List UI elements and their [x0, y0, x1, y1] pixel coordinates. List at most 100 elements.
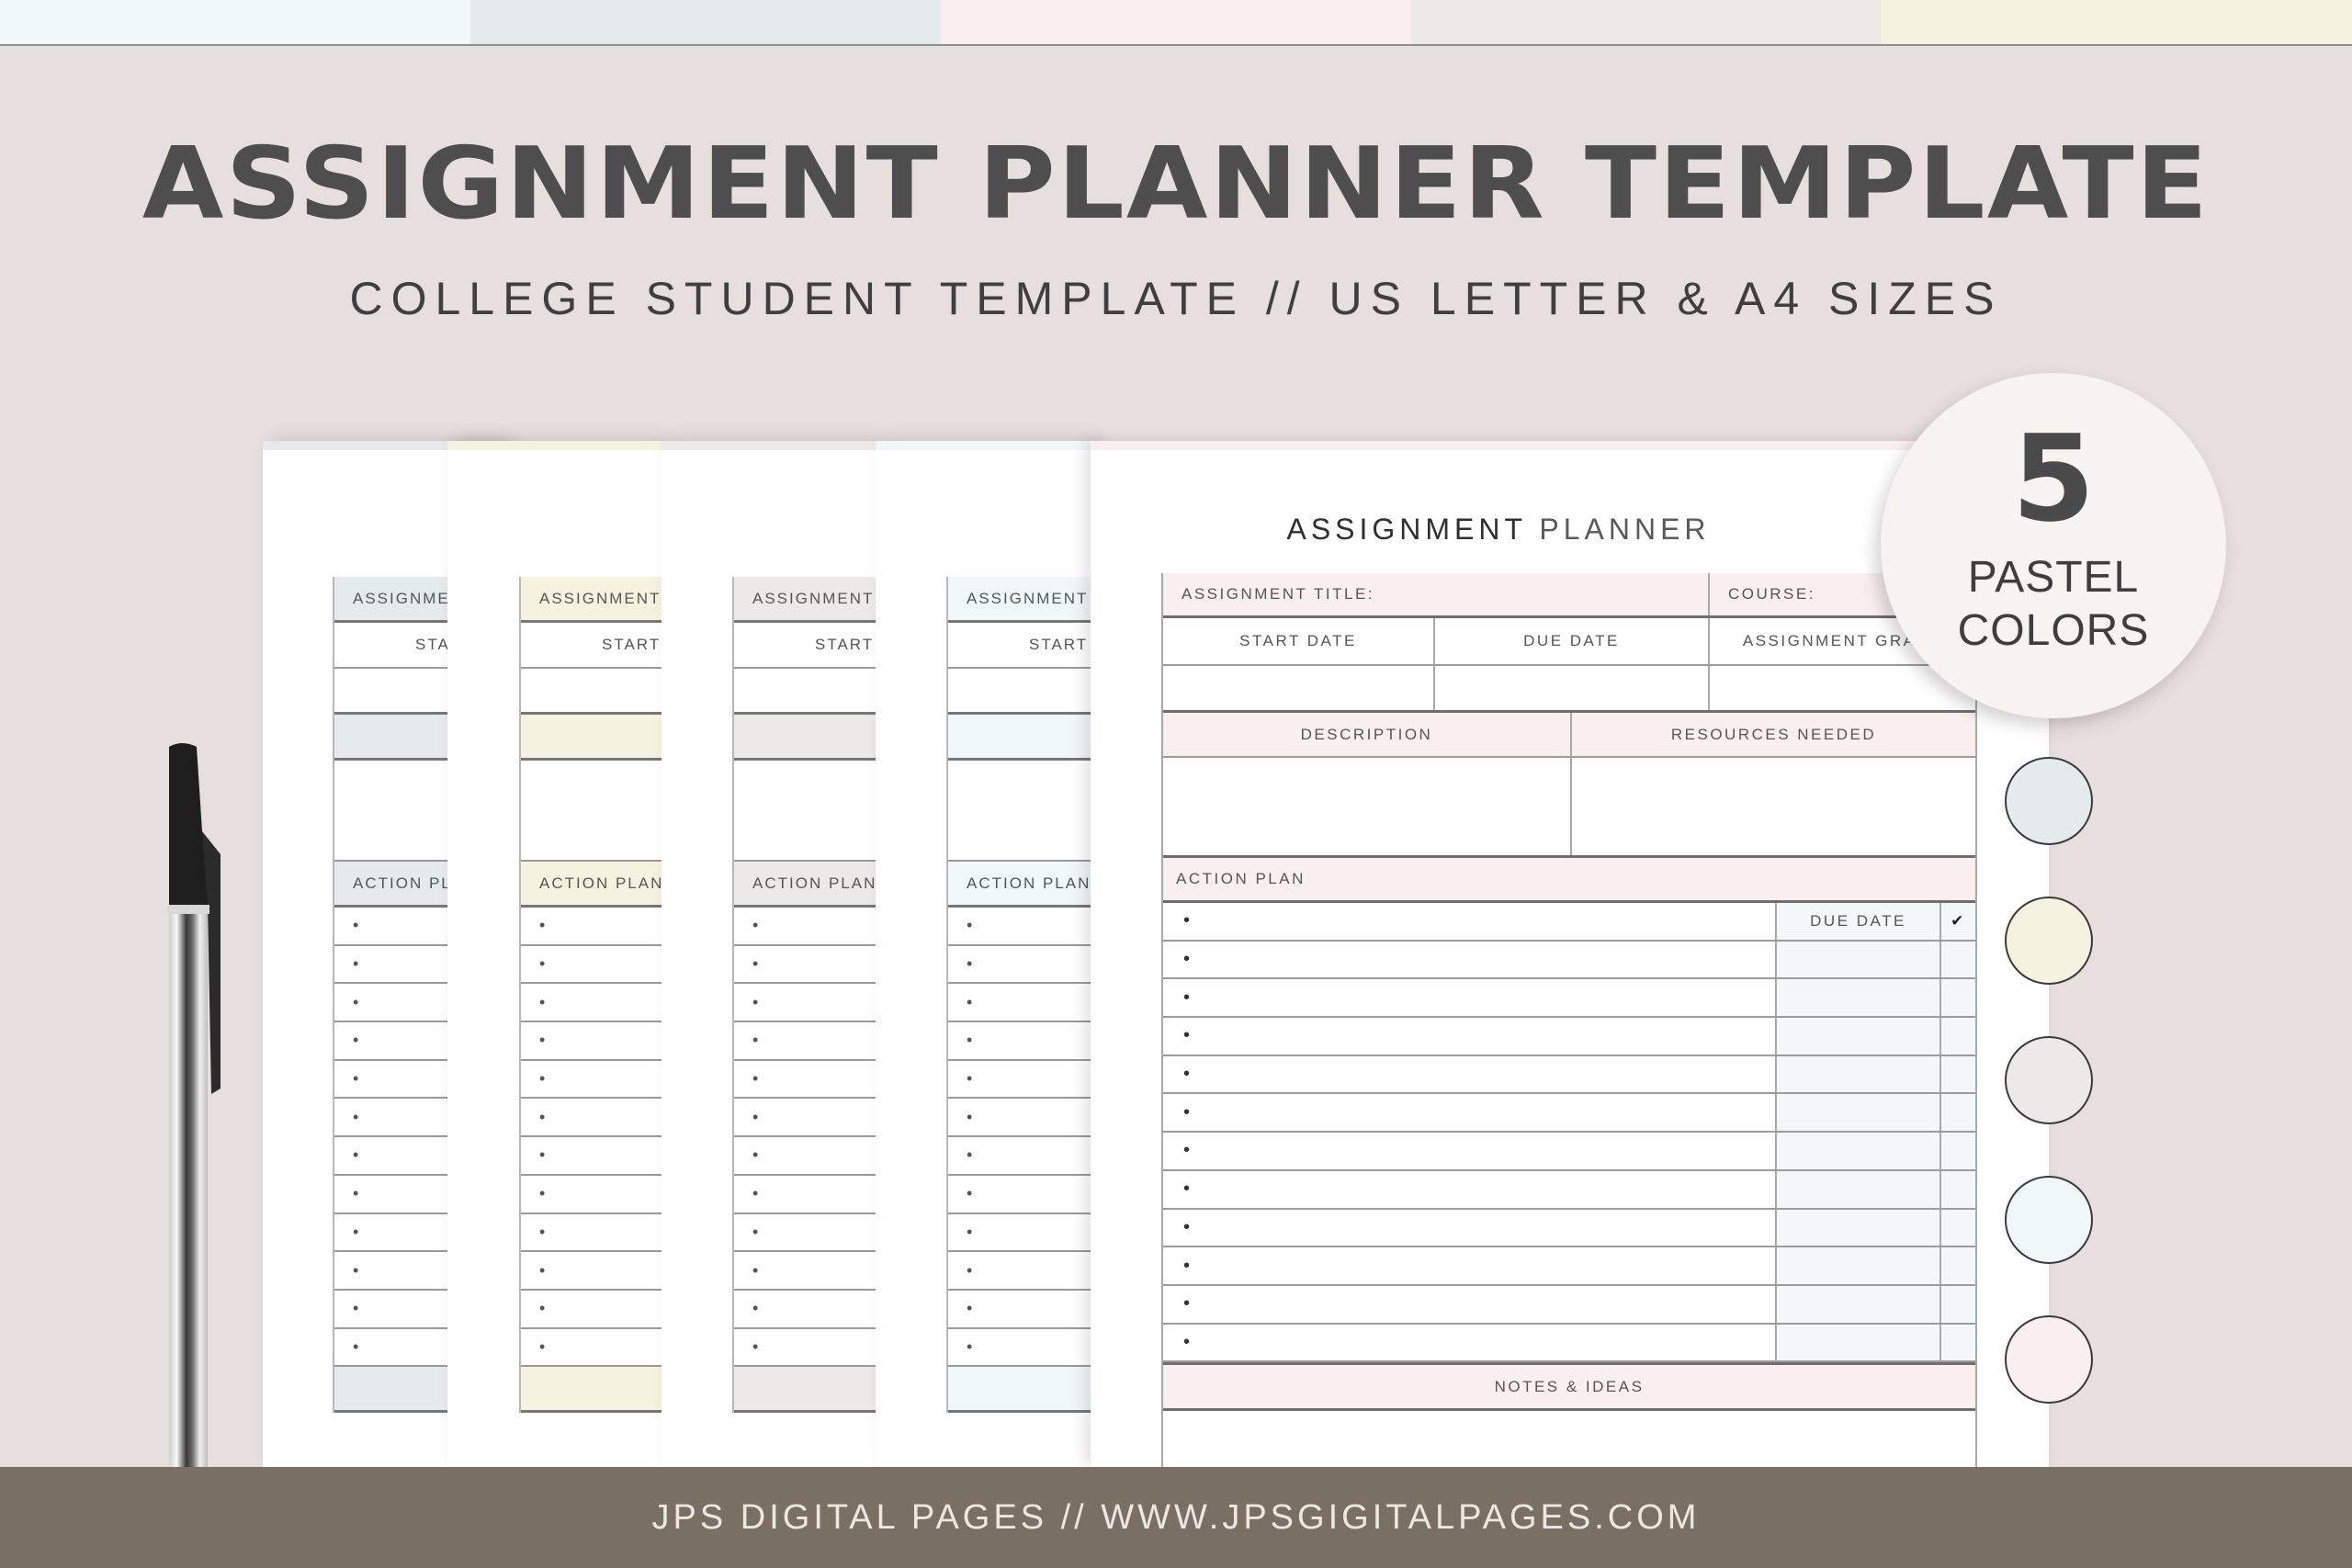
- action-row[interactable]: •: [948, 1214, 1091, 1253]
- action-item-field[interactable]: •: [1163, 941, 1777, 978]
- action-row[interactable]: •: [521, 1214, 662, 1253]
- action-check-field[interactable]: [1941, 1209, 1975, 1247]
- action-row[interactable]: •: [734, 1176, 876, 1214]
- start-date-field[interactable]: [1163, 666, 1435, 710]
- palette-dot-2[interactable]: [2005, 897, 2093, 985]
- palette-dot-1[interactable]: [2005, 757, 2093, 845]
- due-date-field[interactable]: [1435, 666, 1710, 710]
- action-item-field[interactable]: •: [1163, 979, 1777, 1017]
- action-row[interactable]: •: [734, 908, 876, 946]
- action-row[interactable]: •: [734, 1061, 876, 1100]
- action-item-field[interactable]: •: [1163, 1247, 1777, 1284]
- palette-dot-5[interactable]: [2005, 1315, 2093, 1404]
- notes-label: NOTES & IDEAS: [1163, 1365, 1975, 1409]
- action-row[interactable]: •: [521, 1176, 662, 1214]
- action-row[interactable]: •: [948, 1099, 1091, 1138]
- action-row[interactable]: •: [521, 1137, 662, 1176]
- action-row[interactable]: •: [521, 1329, 662, 1368]
- action-check-field[interactable]: [1941, 1133, 1975, 1169]
- action-row[interactable]: •: [521, 946, 662, 985]
- action-row[interactable]: •: [734, 1329, 876, 1368]
- action-row[interactable]: •: [521, 1291, 662, 1329]
- action-row[interactable]: •: [734, 984, 876, 1023]
- action-row[interactable]: •: [948, 908, 1091, 946]
- description-field[interactable]: [1163, 758, 1572, 855]
- assignment-label: ASSIGNMENT: [948, 577, 1091, 623]
- action-rows: • • • • • • • • • • •: [1163, 941, 1975, 1363]
- action-due-date-field[interactable]: [1777, 1170, 1941, 1208]
- resources-field[interactable]: [1572, 758, 1975, 855]
- action-row[interactable]: •: [734, 1291, 876, 1329]
- start-label: START: [734, 623, 876, 669]
- action-row[interactable]: •: [521, 984, 662, 1023]
- action-row[interactable]: •: [948, 1252, 1091, 1291]
- action-row: •: [1163, 941, 1975, 980]
- action-due-date-field[interactable]: [1777, 1133, 1941, 1169]
- action-row[interactable]: •: [948, 1291, 1091, 1329]
- action-row[interactable]: •: [521, 1252, 662, 1291]
- action-row: •: [1163, 1170, 1975, 1210]
- action-check-field[interactable]: [1941, 1247, 1975, 1284]
- action-check-field[interactable]: [1941, 1018, 1975, 1055]
- action-rows: • • • • • • • • • • • •: [521, 908, 662, 1368]
- action-row[interactable]: •: [521, 1061, 662, 1100]
- action-row[interactable]: •: [948, 1022, 1091, 1061]
- action-item-field[interactable]: •: [1163, 1209, 1777, 1247]
- action-item-field[interactable]: •: [1163, 1094, 1777, 1132]
- action-row[interactable]: •: [734, 946, 876, 985]
- badge-line-2: COLORS: [1957, 606, 2150, 655]
- palette-dot-4[interactable]: [2005, 1176, 2093, 1264]
- action-check-field[interactable]: [1941, 1170, 1975, 1208]
- action-row[interactable]: •: [734, 1214, 876, 1253]
- action-item-field[interactable]: •: [1163, 1324, 1777, 1361]
- action-row[interactable]: •: [948, 1176, 1091, 1214]
- action-row[interactable]: •: [948, 1329, 1091, 1368]
- action-check-field[interactable]: [1941, 1094, 1975, 1132]
- notes-field[interactable]: [1163, 1411, 1975, 1471]
- action-check-field[interactable]: [1941, 979, 1975, 1017]
- action-due-date-field[interactable]: [1777, 1247, 1941, 1284]
- action-item-field[interactable]: •: [1163, 1133, 1777, 1169]
- action-row[interactable]: •: [734, 1137, 876, 1176]
- action-row[interactable]: •: [521, 1022, 662, 1061]
- badge-count: 5: [2011, 409, 2096, 548]
- action-row[interactable]: •: [521, 908, 662, 946]
- action-bullet[interactable]: •: [1163, 903, 1777, 940]
- action-check-field[interactable]: [1941, 1055, 1975, 1093]
- action-row[interactable]: •: [734, 1252, 876, 1291]
- action-row[interactable]: •: [948, 1137, 1091, 1176]
- action-row[interactable]: •: [521, 1099, 662, 1138]
- palette-dot-3[interactable]: [2005, 1036, 2093, 1124]
- action-due-date-field[interactable]: [1777, 941, 1941, 978]
- swatch-5: [1882, 0, 2352, 44]
- description-label: DESCRIPTION: [1163, 713, 1572, 756]
- assignment-label: ASSIGNMENT: [734, 577, 876, 623]
- due-date-label: DUE DATE: [1435, 618, 1710, 664]
- action-due-date-field[interactable]: [1777, 1018, 1941, 1055]
- action-item-field[interactable]: •: [1163, 1055, 1777, 1093]
- action-due-date-field[interactable]: [1777, 1094, 1941, 1132]
- action-due-date-field[interactable]: [1777, 1055, 1941, 1093]
- action-item-field[interactable]: •: [1163, 1018, 1777, 1055]
- action-row[interactable]: •: [948, 984, 1091, 1023]
- check-icon: ✔: [1941, 903, 1975, 940]
- action-item-field[interactable]: •: [1163, 1285, 1777, 1323]
- action-plan-label: ACTION PLAN: [521, 862, 662, 908]
- resources-label: RESOURCES NEEDED: [1572, 713, 1975, 756]
- action-due-date-field[interactable]: [1777, 1209, 1941, 1247]
- action-due-date-field[interactable]: [1777, 979, 1941, 1017]
- heading-bold: ASSIGNMENT: [1286, 513, 1527, 546]
- action-row[interactable]: •: [948, 1061, 1091, 1100]
- action-check-field[interactable]: [1941, 1324, 1975, 1361]
- action-due-date-label: DUE DATE: [1777, 903, 1941, 940]
- action-item-field[interactable]: •: [1163, 1170, 1777, 1208]
- action-row[interactable]: •: [734, 1099, 876, 1138]
- action-due-date-field[interactable]: [1777, 1285, 1941, 1323]
- action-row[interactable]: •: [734, 1022, 876, 1061]
- action-due-date-field[interactable]: [1777, 1324, 1941, 1361]
- action-row: •: [1163, 1324, 1975, 1363]
- action-check-field[interactable]: [1941, 941, 1975, 978]
- action-row[interactable]: •: [948, 946, 1091, 985]
- back-table: ASSIGNMENT START ACTION PLAN • • • • • • • • • • •…: [519, 577, 662, 1414]
- action-check-field[interactable]: [1941, 1285, 1975, 1323]
